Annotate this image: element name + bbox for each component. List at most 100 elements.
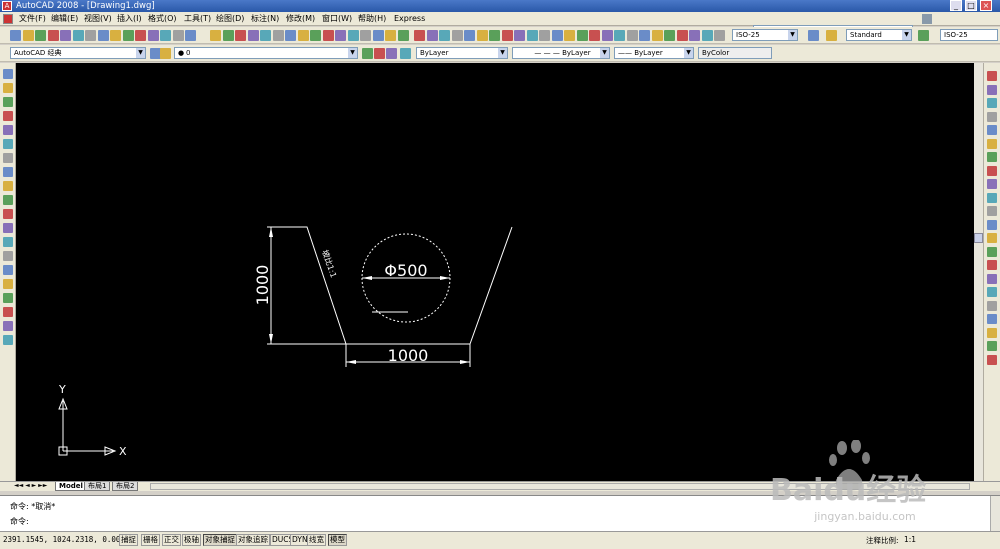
diameter-text[interactable]: Φ500 <box>384 261 427 280</box>
draw-tool-icon[interactable] <box>3 335 13 345</box>
standard-tool-icon[interactable] <box>248 30 259 41</box>
standard-tool-icon[interactable] <box>148 30 159 41</box>
standard-tool-icon[interactable] <box>110 30 121 41</box>
coordinates-readout[interactable]: 2391.1545, 1024.2318, 0.0000 <box>3 535 129 544</box>
tab-layout1[interactable]: 布局1 <box>84 482 111 491</box>
standard-tool-icon[interactable] <box>135 30 146 41</box>
modify-tool-icon[interactable] <box>987 206 997 216</box>
standard-tool-icon[interactable] <box>298 30 309 41</box>
modify-tool-icon[interactable] <box>987 233 997 243</box>
standard-tool-icon[interactable] <box>235 30 246 41</box>
modify-tool-icon[interactable] <box>987 273 997 284</box>
menu-view[interactable]: 视图(V) <box>84 13 112 25</box>
standard-tool-icon[interactable] <box>123 30 134 41</box>
standard-tool-icon[interactable] <box>527 30 538 41</box>
menu-dimension[interactable]: 标注(N) <box>251 13 279 25</box>
color-select[interactable]: ByLayer ▼ <box>416 47 508 59</box>
draw-tool-icon[interactable] <box>3 153 13 163</box>
tab-nav-arrows[interactable]: ◄◄ ◄ ► ►► <box>14 482 47 489</box>
workspace-select[interactable]: AutoCAD 经典 ▼ <box>10 47 146 59</box>
modify-tool-icon[interactable] <box>987 84 997 95</box>
toggle-polar[interactable]: 极轴 <box>182 534 201 546</box>
horizontal-scrollbar[interactable] <box>150 483 970 490</box>
menu-modify[interactable]: 修改(M) <box>286 13 315 25</box>
standard-tool-icon[interactable] <box>285 30 296 41</box>
draw-tool-icon[interactable] <box>3 139 13 149</box>
draw-tool-icon[interactable] <box>3 209 13 219</box>
draw-tool-icon[interactable] <box>3 237 13 247</box>
standard-tool-icon[interactable] <box>477 30 488 41</box>
modify-tool-icon[interactable] <box>987 138 997 149</box>
command-window[interactable]: 命令: *取消* 命令: <box>0 495 1000 532</box>
command-scrollbar[interactable] <box>990 496 1000 532</box>
modify-tool-icon[interactable] <box>987 246 997 257</box>
maximize-button[interactable]: □ <box>965 0 977 11</box>
menu-file[interactable]: 文件(F) <box>19 13 46 25</box>
modify-tool-icon[interactable] <box>987 111 997 122</box>
doc-icon[interactable] <box>3 14 13 24</box>
toggle-model[interactable]: 模型 <box>328 534 347 546</box>
draw-tool-icon[interactable] <box>3 223 13 233</box>
standard-tool-icon[interactable] <box>373 30 384 41</box>
standard-tool-icon[interactable] <box>323 30 334 41</box>
standard-tool-icon[interactable] <box>35 30 46 41</box>
standard-tool-icon[interactable] <box>48 30 59 41</box>
draw-tool-icon[interactable] <box>3 195 13 205</box>
dimstyle-select[interactable]: ISO-25 ▼ <box>732 29 798 41</box>
trench-outline[interactable] <box>273 226 513 345</box>
standard-tool-icon[interactable] <box>414 30 425 41</box>
help-search-icon[interactable] <box>922 14 932 24</box>
standard-tool-icon[interactable] <box>427 30 438 41</box>
standard-tool-icon[interactable] <box>808 30 819 41</box>
standard-tool-icon[interactable] <box>260 30 271 41</box>
menu-tools[interactable]: 工具(T) <box>184 13 211 25</box>
draw-tool-icon[interactable] <box>3 279 13 289</box>
standard-tool-icon[interactable] <box>677 30 688 41</box>
modify-tool-icon[interactable] <box>987 152 997 162</box>
standard-tool-icon[interactable] <box>614 30 625 41</box>
modify-tool-icon[interactable] <box>987 300 997 311</box>
standard-tool-icon[interactable] <box>714 30 725 41</box>
modify-tool-icon[interactable] <box>987 125 997 135</box>
layer-tool-icon[interactable] <box>400 48 411 59</box>
draw-tool-icon[interactable] <box>3 181 13 191</box>
standard-tool-icon[interactable] <box>310 30 321 41</box>
standard-tool-icon[interactable] <box>502 30 513 41</box>
standard-tool-icon[interactable] <box>10 30 21 41</box>
dimstyle2-select[interactable]: ISO-25 <box>940 29 998 41</box>
standard-tool-icon[interactable] <box>98 30 109 41</box>
standard-tool-icon[interactable] <box>173 30 184 41</box>
modify-tool-icon[interactable] <box>987 287 997 297</box>
modify-tool-icon[interactable] <box>987 260 997 270</box>
toggle-osnap[interactable]: 对象捕捉 <box>203 534 237 546</box>
menu-format[interactable]: 格式(O) <box>148 13 177 25</box>
tab-model[interactable]: Model <box>55 482 87 491</box>
textstyle-select[interactable]: Standard ▼ <box>846 29 912 41</box>
minimize-button[interactable]: _ <box>950 0 962 11</box>
standard-tool-icon[interactable] <box>160 30 171 41</box>
standard-tool-icon[interactable] <box>627 30 638 41</box>
draw-tool-icon[interactable] <box>3 293 13 303</box>
standard-tool-icon[interactable] <box>360 30 371 41</box>
height-dim-text[interactable]: 1000 <box>253 265 272 306</box>
modify-tool-icon[interactable] <box>987 341 997 351</box>
standard-tool-icon[interactable] <box>689 30 700 41</box>
standard-tool-icon[interactable] <box>273 30 284 41</box>
standard-tool-icon[interactable] <box>464 30 475 41</box>
menu-express[interactable]: Express <box>394 13 425 25</box>
modify-tool-icon[interactable] <box>987 192 997 203</box>
menu-window[interactable]: 窗口(W) <box>322 13 352 25</box>
standard-tool-icon[interactable] <box>385 30 396 41</box>
layer-select[interactable]: ● 0 ▼ <box>174 47 358 59</box>
modify-tool-icon[interactable] <box>987 354 997 365</box>
bottom-dim-text[interactable]: 1000 <box>388 346 429 365</box>
draw-tool-icon[interactable] <box>3 307 13 317</box>
menu-edit[interactable]: 编辑(E) <box>51 13 78 25</box>
standard-tool-icon[interactable] <box>826 30 837 41</box>
standard-tool-icon[interactable] <box>452 30 463 41</box>
standard-tool-icon[interactable] <box>589 30 600 41</box>
draw-tool-icon[interactable] <box>3 251 13 261</box>
plotstyle-select[interactable]: ByColor <box>698 47 772 59</box>
draw-tool-icon[interactable] <box>3 265 13 275</box>
modify-tool-icon[interactable] <box>987 71 997 81</box>
